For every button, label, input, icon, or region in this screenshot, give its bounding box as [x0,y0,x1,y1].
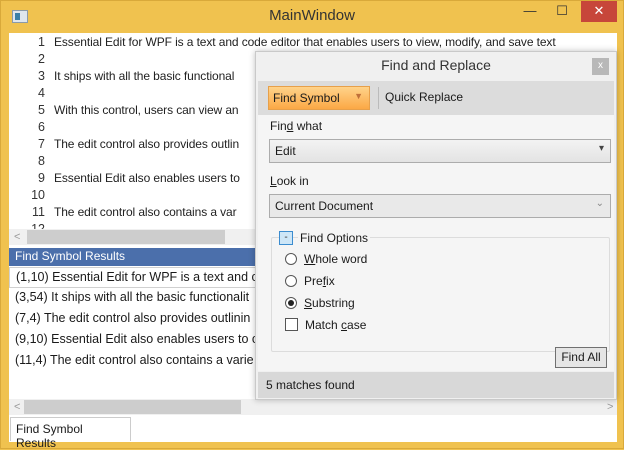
find-replace-dialog: Find and Replace x Find Symbol ▼ Quick Re… [255,51,617,400]
maximize-button[interactable]: ☐ [548,1,576,22]
dialog-title: Find and Replace [381,57,491,73]
results-horizontal-scrollbar[interactable]: < > [9,399,617,415]
line-number: 2 [38,52,45,66]
dialog-close-button[interactable]: x [592,58,609,75]
line-number: 4 [38,86,45,100]
main-window: MainWindow — ☐ ✕ 1 Essential Edit for WPF… [0,0,624,450]
line-number: 9 [38,171,45,185]
find-panel: Find what Edit ▾ Look in Current Document… [258,115,614,371]
scroll-left-icon[interactable]: < [14,229,20,245]
find-what-label: Find what [270,119,323,133]
find-what-value: Edit [275,144,296,158]
collapse-icon[interactable]: - [279,231,293,245]
look-in-label: Look in [270,174,309,188]
title-bar: MainWindow — ☐ ✕ [1,1,623,33]
dropdown-arrow-icon: ▼ [354,91,363,101]
find-what-combobox[interactable]: Edit ▾ [269,139,611,163]
code-line[interactable]: The edit control also provides outlin [54,137,239,151]
scroll-left-icon[interactable]: < [14,399,20,415]
chevron-down-icon: ▾ [598,143,604,154]
line-number: 1 [38,35,45,49]
prefix-radio[interactable]: Prefix [285,274,335,288]
quick-replace-button[interactable]: Quick Replace [385,90,463,104]
dialog-toolbar: Find Symbol ▼ Quick Replace [258,81,614,115]
code-line[interactable]: The edit control also contains a var [54,205,237,219]
find-symbol-mode-button[interactable]: Find Symbol ▼ [268,86,370,110]
line-number: 11 [32,205,45,219]
divider [378,87,379,109]
code-line[interactable]: With this control, users can view an [54,103,239,117]
substring-radio[interactable]: Substring [285,296,355,310]
line-number: 7 [38,137,45,151]
status-bar: 5 matches found [258,372,614,398]
chevron-down-icon: ⌄ [595,198,604,209]
whole-word-radio[interactable]: Whole word [285,252,367,266]
minimize-button[interactable]: — [516,1,544,22]
line-number: 8 [38,154,45,168]
look-in-combobox[interactable]: Current Document ⌄ [269,194,611,218]
line-number: 6 [38,120,45,134]
mode-label: Find Symbol [273,91,340,105]
match-case-checkbox[interactable]: Match case [285,318,366,332]
code-line[interactable]: It ships with all the basic functional [54,69,234,83]
close-button[interactable]: ✕ [581,1,617,22]
line-number: 3 [38,69,45,83]
scroll-thumb[interactable] [24,400,241,414]
code-line[interactable]: Essential Edit also enables users to [54,171,240,185]
find-options-label: Find Options [298,231,371,245]
look-in-value: Current Document [275,199,374,213]
line-number: 5 [38,103,45,117]
find-all-button[interactable]: Find All [555,347,607,368]
scroll-thumb[interactable] [27,230,225,244]
tab-find-symbol-results[interactable]: Find Symbol Results [10,417,131,450]
code-line[interactable]: Essential Edit for WPF is a text and cod… [54,35,556,49]
line-number: 10 [31,188,45,202]
scroll-right-icon[interactable]: > [607,399,613,415]
